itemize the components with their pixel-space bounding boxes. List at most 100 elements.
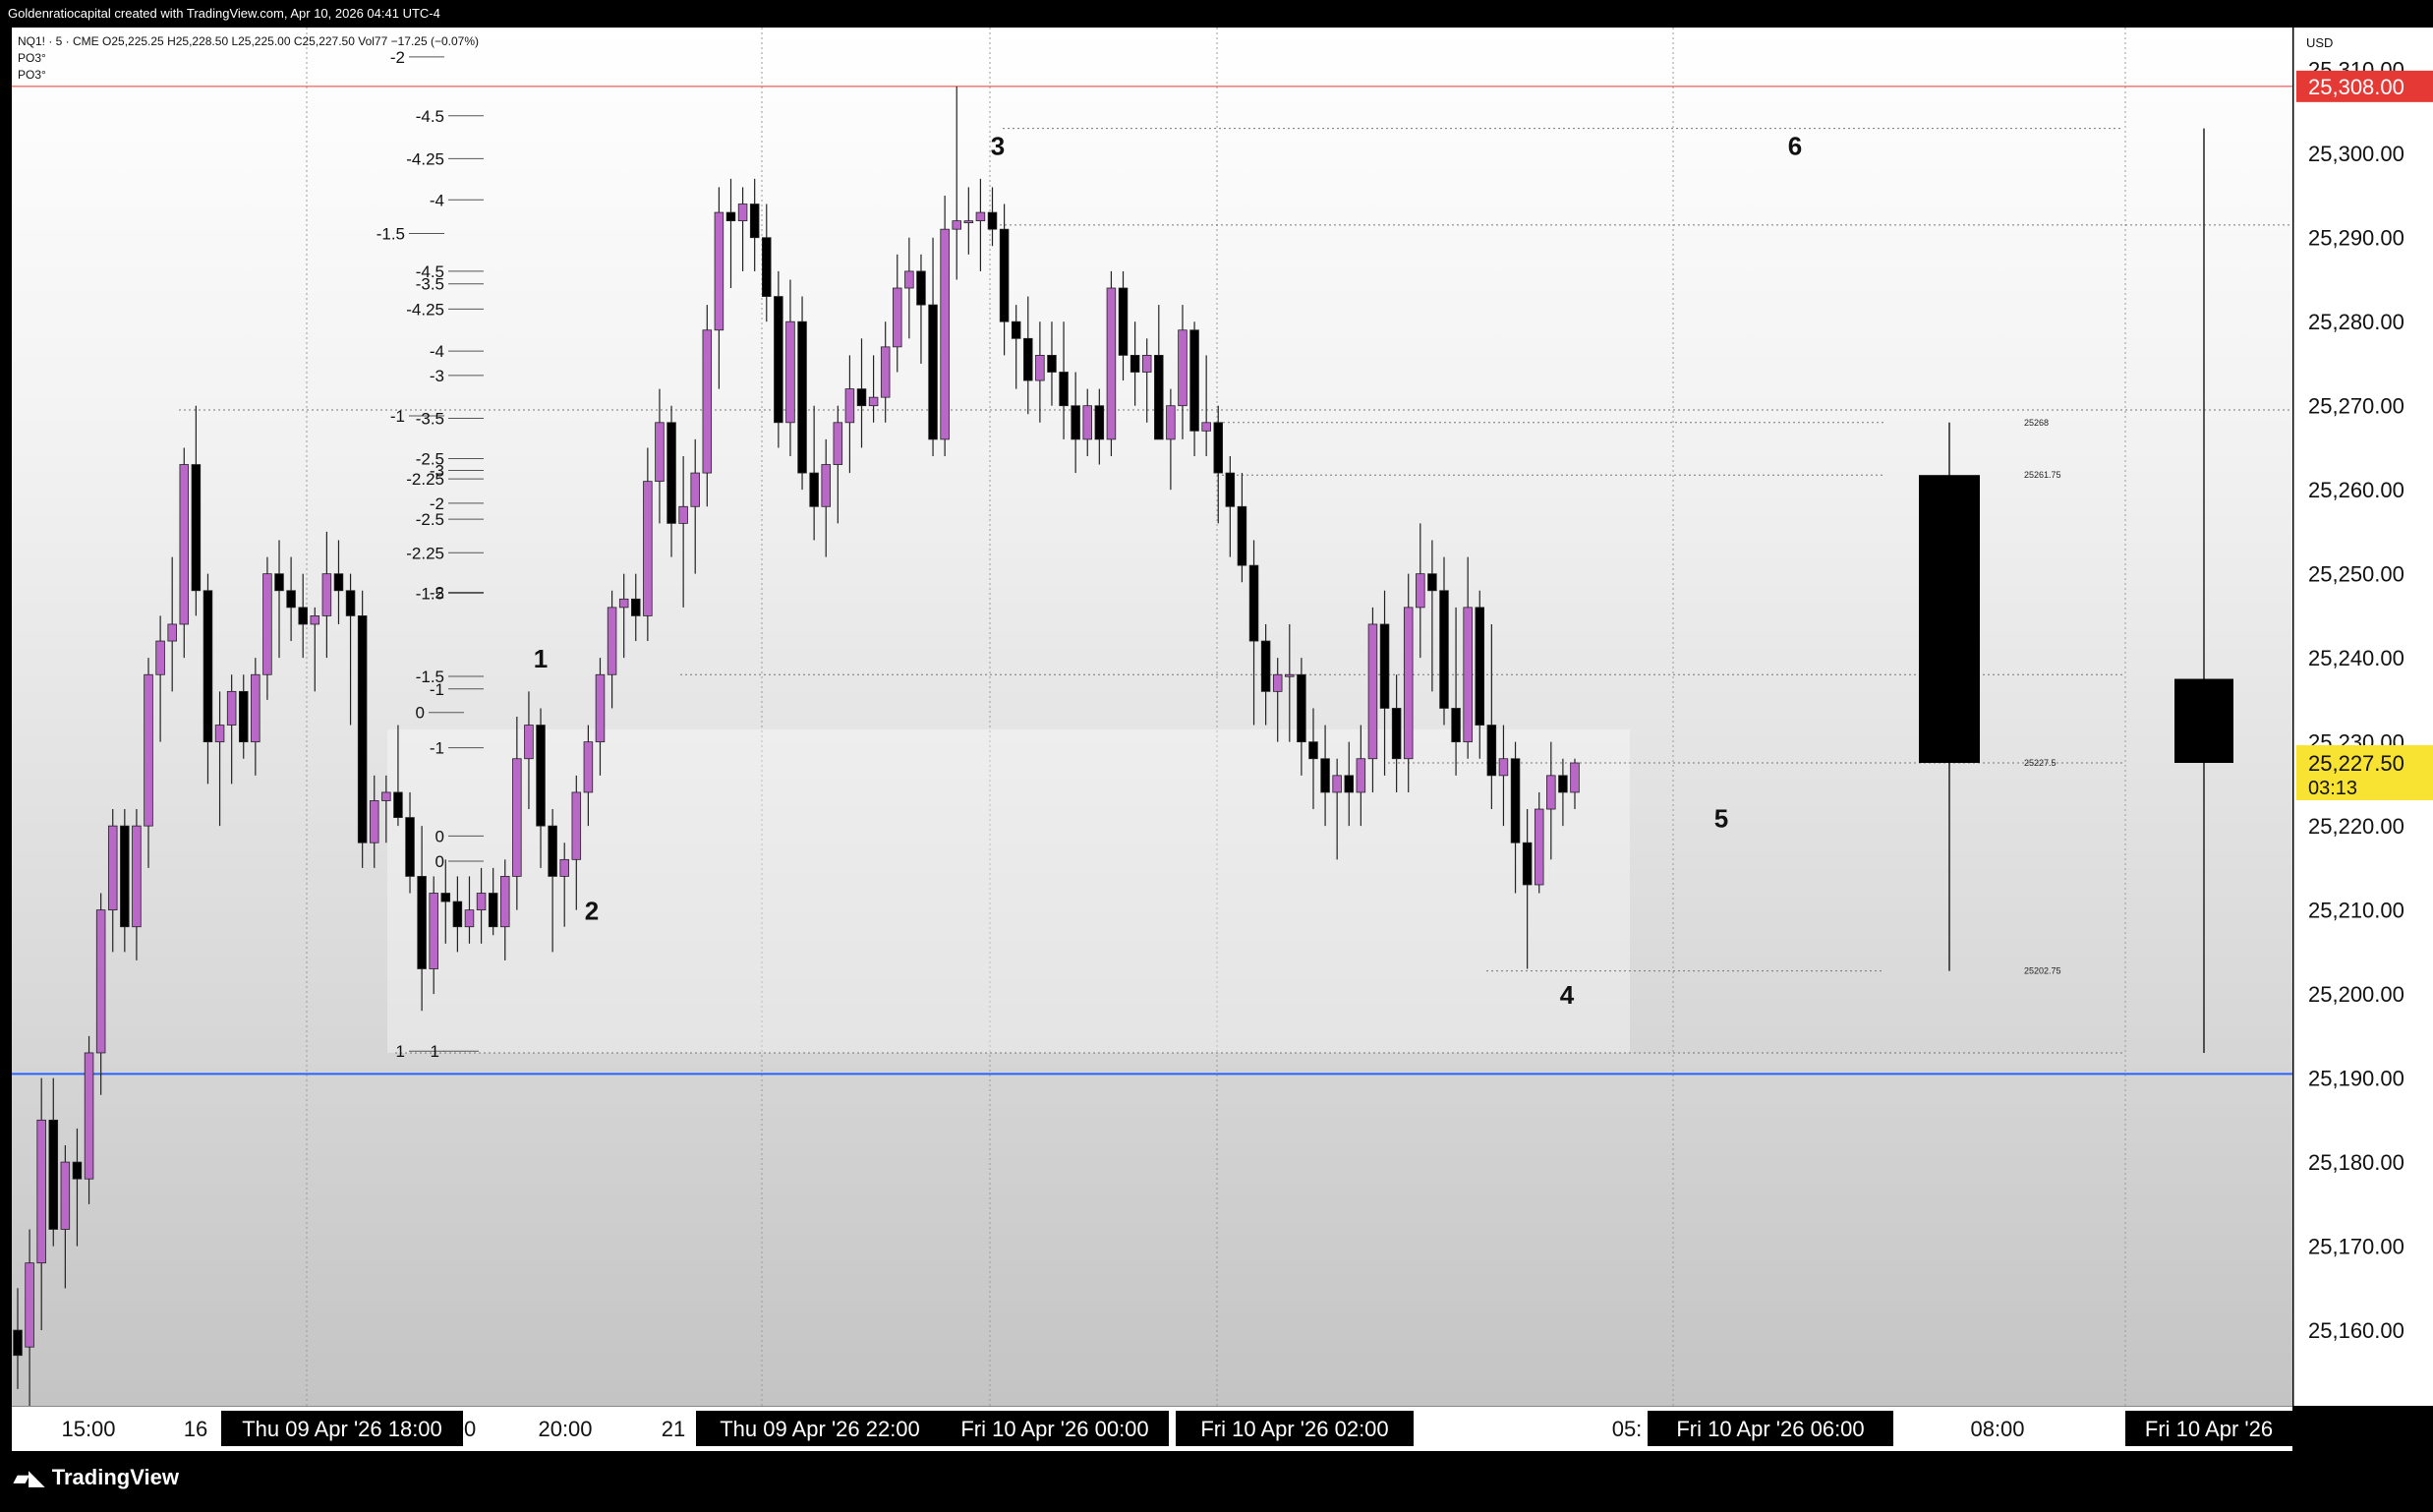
fib-level-label: -3	[430, 367, 444, 385]
chart-pane[interactable]: 25268 25261.75 25227.5 25202.75 1 2 3 4 5 6 -2 -4.5…	[12, 28, 2292, 1415]
candle-body	[1023, 337, 1033, 381]
candle-body	[844, 388, 855, 424]
fib-level-label: -3.5	[416, 410, 444, 429]
candle-body	[155, 640, 165, 675]
candle-body	[1059, 372, 1069, 407]
level-value-label: 25202.75	[2024, 966, 2061, 976]
candle-body	[1510, 758, 1521, 843]
candle-body	[1106, 287, 1117, 440]
candle-body	[1522, 842, 1533, 886]
candle-body	[1118, 287, 1129, 356]
candle-body	[1272, 673, 1283, 692]
candle-body	[1439, 590, 1449, 709]
fib-level-label: -2.25	[406, 544, 444, 562]
candle-body	[928, 304, 938, 440]
level-value-label: 25227.5	[2024, 758, 2056, 768]
time-crosshair-label: Thu 09 Apr '26 22:00	[720, 1417, 920, 1441]
candle-body	[1082, 405, 1092, 440]
candle-body	[84, 1052, 94, 1180]
candle-body	[238, 690, 249, 743]
candle-body	[500, 876, 510, 928]
time-tick-label: 15:00	[61, 1417, 115, 1441]
candle-body	[1356, 758, 1366, 793]
indicator-label[interactable]: PO3°	[18, 50, 479, 67]
price-axis[interactable]: USD 25,310.00 25,300.00 25,290.00 25,280.00 2…	[2293, 28, 2433, 1406]
time-crosshair-label: Thu 09 Apr '26 18:00	[242, 1417, 442, 1441]
fib-level-label: 0	[435, 827, 444, 845]
fib-level-label: -2	[430, 583, 444, 602]
candle-body	[809, 472, 819, 507]
candle-body	[1297, 673, 1306, 743]
fib-level-label: -2.5	[416, 510, 444, 529]
candle-body	[357, 615, 368, 843]
candle-body	[25, 1262, 34, 1348]
candle-body	[1225, 472, 1236, 507]
candle-body	[381, 791, 391, 801]
candle-body	[618, 598, 629, 609]
price-tick-label: 25,250.00	[2308, 562, 2404, 587]
tradingview-logo[interactable]: ▰◣ TradingView	[14, 1465, 179, 1490]
range-box	[387, 728, 1630, 1053]
candle-body	[120, 825, 130, 928]
candle-body	[524, 725, 534, 760]
candle-body	[666, 422, 676, 524]
candle-body	[1201, 422, 1211, 432]
fib-level-label: -1.5	[377, 224, 405, 243]
candle-body	[132, 825, 142, 928]
candle-body	[1248, 564, 1259, 642]
candle-body	[36, 1119, 46, 1264]
htf-candle-body	[2174, 678, 2233, 764]
candle-body	[963, 220, 974, 224]
time-axis[interactable]: 15:00160020:00210005:08:0009:Thu 09 Apr …	[12, 1406, 2325, 1452]
candle-body	[749, 204, 760, 239]
candle-body	[1320, 758, 1330, 793]
candle-body	[785, 320, 795, 424]
swing-label: 4	[1560, 980, 1575, 1010]
red-price-label: 25,308.00	[2308, 75, 2404, 99]
candle-body	[1154, 355, 1164, 440]
candle-body	[72, 1161, 83, 1180]
symbol-ohlc-line[interactable]: NQ1! · 5 · CME O25,225.25 H25,228.50 L25…	[18, 33, 479, 50]
price-tick-label: 25,200.00	[2308, 982, 2404, 1007]
candle-body	[345, 590, 356, 616]
price-tick-label: 25,270.00	[2308, 394, 2404, 419]
candle-body	[762, 237, 772, 297]
current-price-label: 25,227.50	[2308, 751, 2404, 776]
fib-level-label: -1	[430, 739, 444, 758]
candle-body	[452, 901, 463, 928]
time-axis-canvas[interactable]: 15:00160020:00210005:08:0009:Thu 09 Apr …	[12, 1407, 2325, 1452]
candle-body	[856, 388, 867, 407]
candle-body	[333, 573, 344, 592]
candle-body	[226, 690, 237, 726]
candle-body	[1130, 355, 1140, 373]
candle-body	[1260, 640, 1271, 692]
candle-body	[548, 825, 557, 877]
fib-level-label: -4.25	[406, 149, 444, 168]
time-tick-label: 08:00	[1970, 1417, 2024, 1441]
price-tick-label: 25,240.00	[2308, 646, 2404, 670]
candle-body	[429, 893, 438, 969]
candle-body	[1332, 775, 1342, 793]
price-tick-label: 25,170.00	[2308, 1235, 2404, 1259]
countdown-label: 03:13	[2308, 778, 2357, 799]
candle-body	[821, 464, 831, 507]
time-tick-label: 05:	[1612, 1417, 1643, 1441]
candle-body	[1308, 741, 1318, 760]
credit-text: Goldenratiocapital created with TradingV…	[8, 6, 440, 21]
price-axis-canvas[interactable]: USD25,310.0025,300.0025,290.0025,280.002…	[2294, 28, 2433, 1406]
candle-body	[714, 211, 724, 331]
chart-canvas[interactable]: 25268 25261.75 25227.5 25202.75 1 2 3 4 5 6 -2 -4.5…	[12, 28, 2292, 1415]
indicator-label[interactable]: PO3°	[18, 67, 479, 84]
fib-level-label: -1	[430, 680, 444, 699]
time-crosshair-label: Fri 10 Apr '26	[2145, 1417, 2273, 1441]
fib-level-label: 1	[396, 1042, 405, 1061]
candle-body	[1178, 329, 1188, 407]
legend: NQ1! · 5 · CME O25,225.25 H25,228.50 L25…	[18, 33, 479, 84]
candle-body	[1546, 775, 1556, 810]
candle-body	[1475, 607, 1485, 726]
candle-body	[1427, 573, 1437, 592]
level-value-label: 25261.75	[2024, 470, 2061, 480]
price-tick-label: 25,220.00	[2308, 814, 2404, 839]
time-tick-label: 21	[662, 1417, 685, 1441]
candle-body	[583, 741, 594, 793]
